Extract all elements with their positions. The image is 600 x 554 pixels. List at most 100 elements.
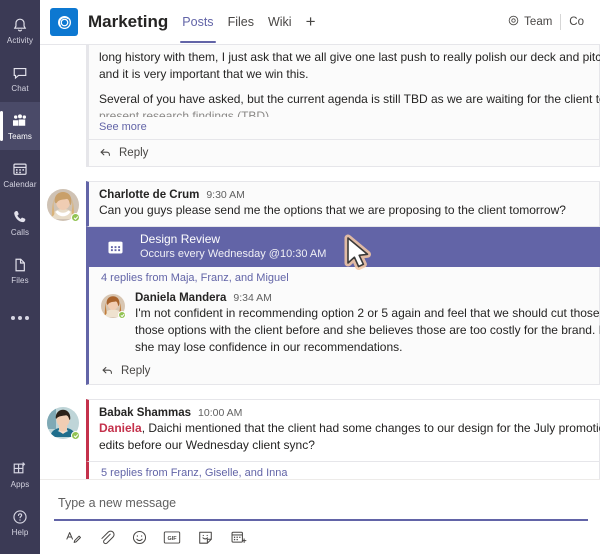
sidebar-item-apps[interactable]: Apps bbox=[0, 450, 40, 498]
message-line: she may lose confidence in our recommend… bbox=[135, 340, 403, 354]
post-body: Charlotte de Crum 9:30 AM Can you guys p… bbox=[86, 181, 600, 385]
calendar-icon bbox=[11, 160, 29, 178]
message-thread[interactable]: long history with them, I just ask that … bbox=[40, 45, 600, 479]
files-icon bbox=[11, 256, 29, 274]
reply-label: Reply bbox=[121, 364, 151, 377]
message-author[interactable]: Daniela Mandera bbox=[135, 292, 226, 304]
message-author[interactable]: Charlotte de Crum bbox=[99, 189, 199, 201]
message-line-clipped: present research findings (TBD) bbox=[99, 109, 270, 117]
teams-icon bbox=[11, 112, 29, 130]
message-timestamp: 9:30 AM bbox=[206, 189, 245, 201]
replies-link[interactable]: 5 replies from Franz, Giselle, and Inna bbox=[89, 462, 599, 479]
app-rail: Activity Chat Teams Calendar Calls Files… bbox=[0, 0, 40, 554]
message-meta: Charlotte de Crum 9:30 AM bbox=[99, 189, 589, 201]
conversation-view-button[interactable]: Co bbox=[561, 16, 592, 28]
composer-input-wrapper[interactable]: Type a new message bbox=[54, 488, 588, 521]
message-meta: Daniela Mandera 9:34 AM bbox=[135, 292, 599, 304]
post-gutter bbox=[40, 399, 86, 479]
composer-inner: Type a new message GIF bbox=[54, 488, 588, 554]
message-card: Babak Shammas 10:00 AM Daniela, Daichi m… bbox=[86, 399, 600, 462]
message-timestamp: 10:00 AM bbox=[198, 407, 243, 419]
avatar[interactable] bbox=[101, 294, 126, 319]
message-input[interactable]: Type a new message bbox=[58, 496, 584, 510]
sidebar-item-label: Calendar bbox=[3, 179, 37, 189]
post-body: Babak Shammas 10:00 AM Daniela, Daichi m… bbox=[86, 399, 600, 479]
reply-button[interactable]: Reply bbox=[89, 356, 599, 384]
team-avatar bbox=[50, 8, 78, 36]
svg-text:GIF: GIF bbox=[168, 536, 178, 542]
teams-app: Activity Chat Teams Calendar Calls Files… bbox=[0, 0, 600, 554]
avatar[interactable] bbox=[47, 407, 80, 440]
sidebar-item-chat[interactable]: Chat bbox=[0, 54, 40, 102]
replies-link[interactable]: 4 replies from Maja, Franz, and Miguel bbox=[89, 267, 599, 288]
message-card: Charlotte de Crum 9:30 AM Can you guys p… bbox=[86, 181, 600, 227]
message-composer: Type a new message GIF bbox=[40, 479, 600, 554]
sidebar-item-activity[interactable]: Activity bbox=[0, 6, 40, 54]
message-timestamp: 9:34 AM bbox=[233, 292, 272, 304]
meeting-text: Design Review Occurs every Wednesday @10… bbox=[140, 232, 326, 262]
attach-icon[interactable] bbox=[97, 528, 115, 546]
sidebar-item-teams[interactable]: Teams bbox=[0, 102, 40, 150]
reply-arrow-icon bbox=[101, 364, 114, 377]
post-separator bbox=[40, 167, 600, 181]
reply-button[interactable]: Reply bbox=[86, 140, 600, 167]
conversation-view-label: Co bbox=[569, 16, 584, 28]
sticker-icon[interactable] bbox=[196, 528, 214, 546]
meeting-title: Design Review bbox=[140, 232, 221, 246]
post-babak: Babak Shammas 10:00 AM Daniela, Daichi m… bbox=[40, 399, 600, 479]
post-truncated: long history with them, I just ask that … bbox=[40, 45, 600, 167]
help-icon bbox=[11, 508, 29, 526]
nested-reply: Daniela Mandera 9:34 AM I'm not confiden… bbox=[89, 288, 600, 356]
thread-replies-container: 4 replies from Maja, Franz, and Miguel D… bbox=[86, 267, 600, 385]
avatar[interactable] bbox=[47, 189, 80, 222]
message-line: and it is very important that we win thi… bbox=[99, 67, 309, 81]
eye-icon bbox=[507, 14, 520, 30]
meeting-icon[interactable] bbox=[229, 528, 247, 546]
sidebar-item-files[interactable]: Files bbox=[0, 246, 40, 294]
gif-icon[interactable]: GIF bbox=[163, 528, 181, 546]
reply-label: Reply bbox=[119, 146, 149, 159]
calendar-icon bbox=[106, 237, 126, 257]
meeting-card[interactable]: Design Review Occurs every Wednesday @10… bbox=[86, 227, 600, 270]
page-title: Marketing bbox=[88, 12, 169, 31]
format-icon[interactable] bbox=[64, 528, 82, 546]
more-icon bbox=[11, 309, 29, 327]
emoji-icon[interactable] bbox=[130, 528, 148, 546]
message-card: long history with them, I just ask that … bbox=[86, 45, 600, 140]
message-line: Several of you have asked, but the curre… bbox=[99, 92, 600, 106]
message-meta: Babak Shammas 10:00 AM bbox=[99, 407, 589, 419]
apps-icon bbox=[11, 460, 29, 478]
presence-available-badge bbox=[118, 311, 126, 319]
message-text: Can you guys please send me the options … bbox=[99, 203, 566, 217]
see-more-link[interactable]: See more bbox=[99, 121, 147, 133]
message-author[interactable]: Babak Shammas bbox=[99, 407, 191, 419]
nested-body: Daniela Mandera 9:34 AM I'm not confiden… bbox=[135, 292, 600, 356]
bell-icon bbox=[11, 16, 29, 34]
sidebar-item-label: Help bbox=[11, 527, 29, 537]
header-actions: Team Co bbox=[499, 14, 592, 30]
add-tab-button[interactable]: + bbox=[306, 13, 316, 30]
sidebar-item-more[interactable] bbox=[0, 294, 40, 342]
main-panel: Marketing Posts Files Wiki + Team Co lon… bbox=[40, 0, 600, 554]
post-separator bbox=[40, 385, 600, 399]
reply-arrow-icon bbox=[99, 146, 112, 159]
tab-posts[interactable]: Posts bbox=[180, 13, 216, 43]
team-view-label: Team bbox=[524, 16, 553, 28]
thread-replies-container: 5 replies from Franz, Giselle, and Inna bbox=[86, 462, 600, 479]
presence-available-badge bbox=[71, 213, 80, 222]
channel-header: Marketing Posts Files Wiki + Team Co bbox=[40, 0, 600, 45]
post-gutter bbox=[40, 181, 86, 385]
chat-icon bbox=[11, 64, 29, 82]
mention-chip[interactable]: Daniela bbox=[99, 421, 142, 435]
sidebar-item-calendar[interactable]: Calendar bbox=[0, 150, 40, 198]
sidebar-item-calls[interactable]: Calls bbox=[0, 198, 40, 246]
sidebar-item-label: Teams bbox=[7, 131, 33, 141]
sidebar-item-label: Chat bbox=[11, 83, 29, 93]
post-charlotte: Charlotte de Crum 9:30 AM Can you guys p… bbox=[40, 181, 600, 385]
composer-toolbar: GIF bbox=[54, 521, 588, 554]
sidebar-item-help[interactable]: Help bbox=[0, 498, 40, 546]
tab-wiki[interactable]: Wiki bbox=[268, 13, 292, 31]
tab-files[interactable]: Files bbox=[228, 13, 254, 31]
team-view-button[interactable]: Team bbox=[499, 14, 560, 30]
